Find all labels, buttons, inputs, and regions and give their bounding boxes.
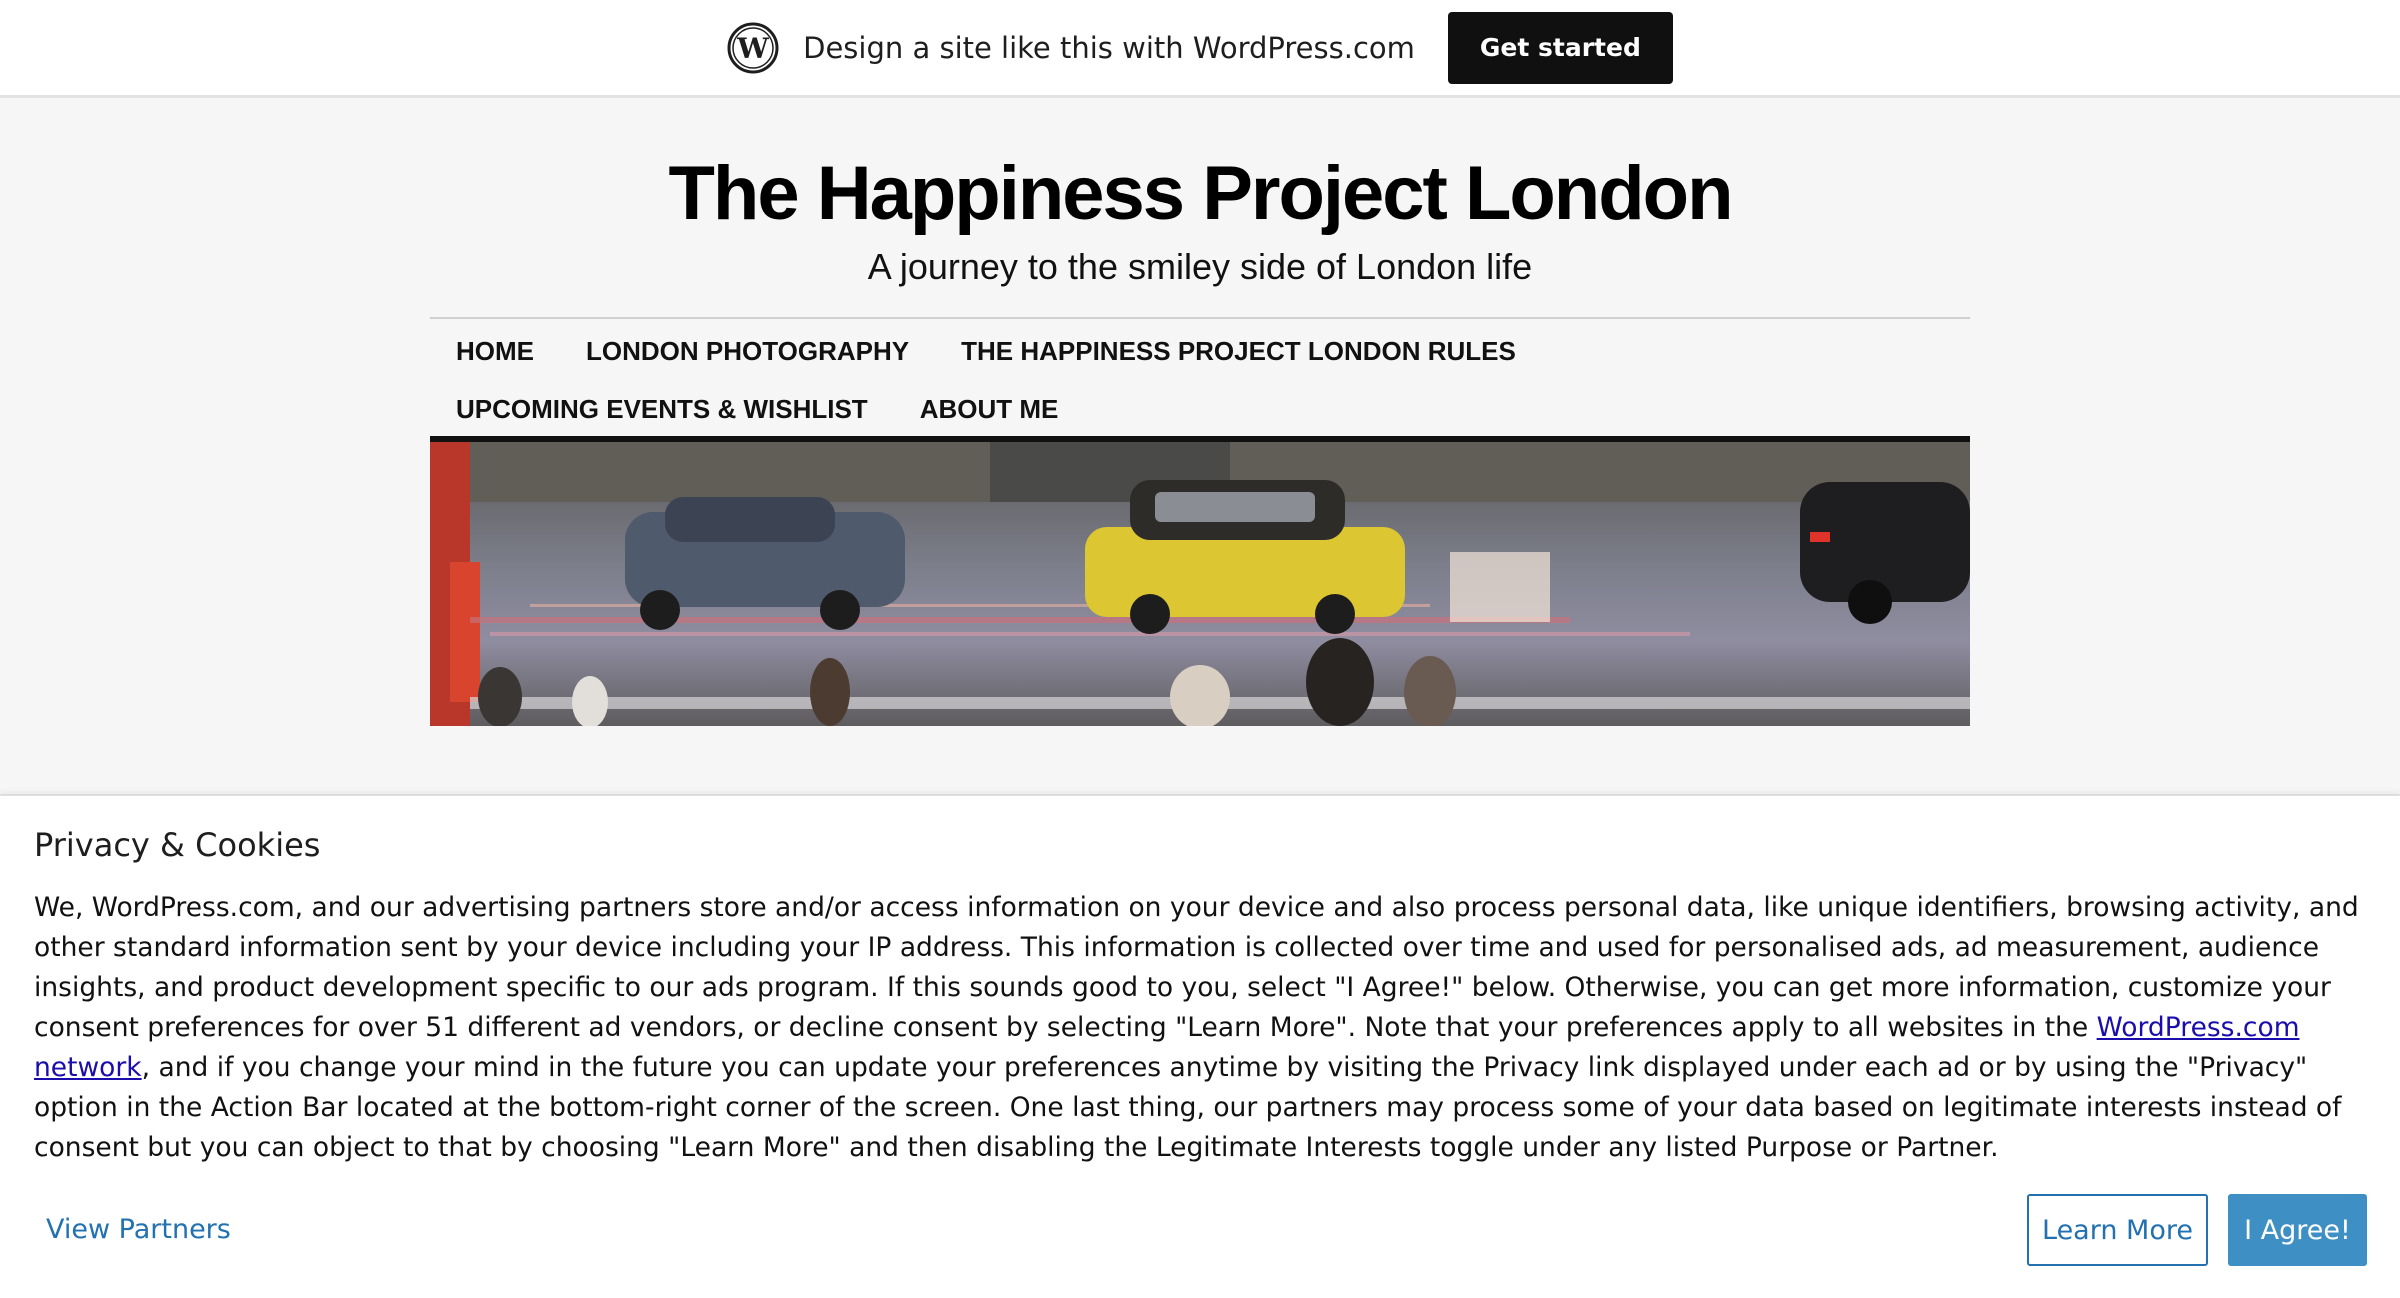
learn-more-button[interactable]: Learn More — [2027, 1194, 2208, 1266]
wordpress-logo-icon[interactable]: W — [727, 22, 779, 74]
agree-button[interactable]: I Agree! — [2228, 1194, 2367, 1266]
svg-text:W: W — [736, 32, 769, 65]
header-image — [430, 436, 1970, 726]
nav-item-upcoming-events[interactable]: UPCOMING EVENTS & WISHLIST — [430, 394, 894, 425]
nav-item-rules[interactable]: THE HAPPINESS PROJECT LONDON RULES — [935, 336, 1542, 367]
privacy-cookies-dialog: Privacy & Cookies We, WordPress.com, and… — [0, 794, 2400, 1298]
wordpress-promo-banner: W Design a site like this with WordPress… — [0, 0, 2400, 98]
nav-item-about-me[interactable]: ABOUT ME — [894, 394, 1085, 425]
cookie-dialog-title: Privacy & Cookies — [34, 826, 321, 864]
view-partners-link[interactable]: View Partners — [46, 1214, 231, 1245]
site-title[interactable]: The Happiness Project London — [0, 150, 2400, 237]
cookie-body-text: , and if you change your mind in the fut… — [34, 1052, 2342, 1163]
site-tagline: A journey to the smiley side of London l… — [867, 246, 1533, 287]
nav-row: UPCOMING EVENTS & WISHLIST ABOUT ME — [430, 394, 1084, 425]
cookie-dialog-body: We, WordPress.com, and our advertising p… — [34, 888, 2374, 1168]
nav-row: HOME LONDON PHOTOGRAPHY THE HAPPINESS PR… — [430, 336, 1542, 367]
header-divider — [430, 317, 1970, 319]
nav-item-london-photography[interactable]: LONDON PHOTOGRAPHY — [560, 336, 935, 367]
banner-text: Design a site like this with WordPress.c… — [803, 30, 1415, 65]
get-started-button[interactable]: Get started — [1447, 11, 1673, 84]
cookie-body-text: We, WordPress.com, and our advertising p… — [34, 892, 2359, 1043]
main-navigation: HOME LONDON PHOTOGRAPHY THE HAPPINESS PR… — [430, 322, 1970, 436]
nav-item-home[interactable]: HOME — [430, 336, 560, 367]
street-scene-image — [430, 442, 1970, 726]
